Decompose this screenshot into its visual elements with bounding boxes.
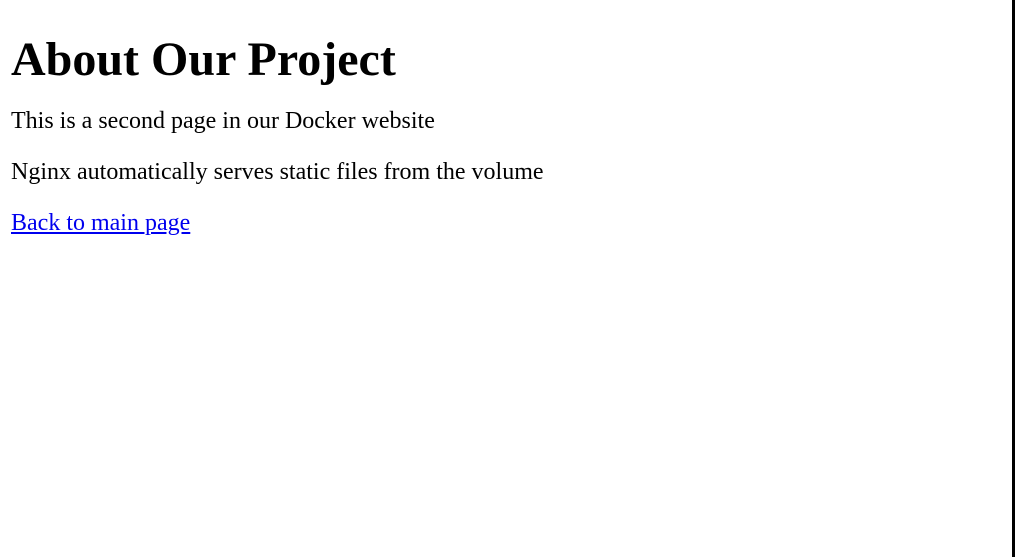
nginx-paragraph: Nginx automatically serves static files …: [11, 159, 544, 185]
back-to-main-link[interactable]: Back to main page: [11, 210, 190, 236]
page-body: About Our Project This is a second page …: [0, 0, 1015, 557]
back-link-paragraph: Back to main page: [11, 209, 1004, 237]
page-title: About Our Project: [11, 33, 396, 86]
intro-paragraph: This is a second page in our Docker webs…: [11, 108, 435, 134]
